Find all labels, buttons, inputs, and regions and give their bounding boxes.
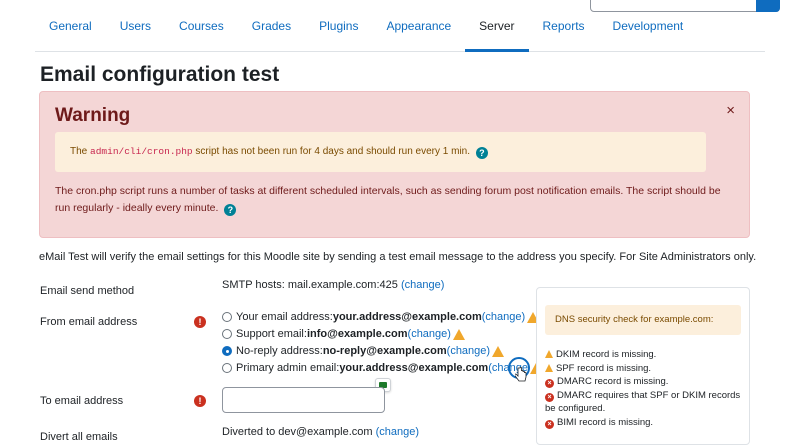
dns-check-panel: DNS security check for example.com: DKIM…	[536, 287, 750, 445]
divert-text: Diverted to dev@example.com	[222, 426, 373, 438]
tab-grades[interactable]: Grades	[238, 0, 305, 52]
from-option-admin[interactable]: Primary admin email: your.address@example…	[222, 362, 542, 374]
radio-button-checked[interactable]	[222, 346, 232, 356]
cron-explanation-text: The cron.php script runs a number of tas…	[55, 185, 721, 214]
send-method-label: Email send method	[40, 285, 135, 297]
radio-button[interactable]	[222, 312, 232, 322]
help-icon[interactable]: ?	[224, 204, 237, 216]
tab-users[interactable]: Users	[106, 0, 165, 52]
dns-item: × BIMI record is missing.	[545, 416, 745, 430]
help-icon[interactable]: ?	[475, 147, 488, 159]
dns-results-list: DKIM record is missing. SPF record is mi…	[545, 348, 745, 429]
dns-item: SPF record is missing.	[545, 362, 745, 376]
dns-item-text: SPF record is missing.	[556, 362, 652, 374]
required-icon: !	[194, 316, 206, 328]
option-change-link[interactable]: (change)	[408, 328, 451, 340]
cron-notice-text: script has not been run for 4 days and s…	[192, 146, 471, 157]
tab-server[interactable]: Server	[465, 0, 529, 52]
option-prefix: Support email:	[236, 328, 307, 340]
tab-appearance[interactable]: Appearance	[372, 0, 465, 52]
option-email: your.address@example.com	[339, 362, 489, 374]
dns-item-text: DMARC requires that SPF or DKIM records …	[545, 389, 741, 415]
tab-reports[interactable]: Reports	[529, 0, 599, 52]
admin-tabs: General Users Courses Grades Plugins App…	[35, 0, 765, 52]
warning-icon[interactable]	[452, 328, 465, 340]
to-address-input[interactable]	[222, 387, 385, 413]
error-icon: ×	[545, 392, 554, 402]
error-icon: ×	[545, 379, 554, 388]
hand-cursor-icon	[515, 367, 527, 382]
option-email: info@example.com	[306, 328, 408, 340]
dns-heading: DNS security check for example.com:	[545, 305, 741, 335]
dns-item: × DMARC record is missing.	[545, 375, 745, 389]
divert-label: Divert all emails	[40, 431, 118, 443]
option-change-link[interactable]: (change)	[447, 345, 490, 357]
intro-text: eMail Test will verify the email setting…	[39, 251, 757, 263]
option-change-link[interactable]: (change)	[482, 311, 525, 323]
dns-item: × DMARC requires that SPF or DKIM records…	[545, 389, 745, 416]
warning-alert: Warning × The admin/cli/cron.php script …	[39, 91, 750, 238]
from-option-your[interactable]: Your email address: your.address@example.…	[222, 311, 540, 323]
option-prefix: Your email address:	[236, 311, 333, 323]
radio-button[interactable]	[222, 329, 232, 339]
divert-value: Diverted to dev@example.com (change)	[222, 426, 419, 438]
page-title: Email configuration test	[40, 63, 280, 86]
dns-item-text: DKIM record is missing.	[556, 349, 657, 360]
radio-button[interactable]	[222, 363, 232, 373]
close-icon[interactable]: ×	[726, 102, 735, 119]
to-address-label: To email address	[40, 395, 124, 407]
send-method-value: SMTP hosts: mail.example.com:425 (change…	[222, 279, 444, 291]
dns-item: DKIM record is missing.	[545, 348, 745, 362]
tab-plugins[interactable]: Plugins	[305, 0, 372, 52]
warning-title: Warning	[55, 105, 131, 126]
divert-change-link[interactable]: (change)	[376, 426, 419, 438]
tab-courses[interactable]: Courses	[165, 0, 238, 52]
warning-icon	[545, 350, 553, 358]
send-method-text: SMTP hosts: mail.example.com:425	[222, 279, 398, 291]
option-email: no-reply@example.com	[322, 345, 447, 357]
dns-item-text: DMARC record is missing.	[557, 376, 669, 387]
cron-notice: The admin/cli/cron.php script has not be…	[55, 132, 706, 172]
from-address-label: From email address	[40, 316, 138, 328]
cron-notice-pre: The	[70, 146, 91, 157]
warning-icon[interactable]	[492, 345, 505, 357]
option-prefix: Primary admin email:	[236, 362, 340, 374]
error-icon: ×	[545, 419, 554, 429]
from-option-noreply[interactable]: No-reply address: no-reply@example.com (ch…	[222, 345, 505, 357]
option-prefix: No-reply address:	[236, 345, 323, 357]
warning-icon	[545, 363, 553, 372]
tab-development[interactable]: Development	[599, 0, 698, 52]
option-email: your.address@example.com	[332, 311, 482, 323]
cron-explanation: The cron.php script runs a number of tas…	[55, 183, 735, 217]
from-option-support[interactable]: Support email: info@example.com (change)	[222, 328, 465, 340]
required-icon: !	[194, 395, 206, 407]
send-method-change-link[interactable]: (change)	[401, 279, 444, 291]
tab-general[interactable]: General	[35, 0, 106, 52]
cron-script-path: admin/cli/cron.php	[90, 146, 193, 157]
dns-item-text: BIMI record is missing.	[557, 416, 654, 428]
